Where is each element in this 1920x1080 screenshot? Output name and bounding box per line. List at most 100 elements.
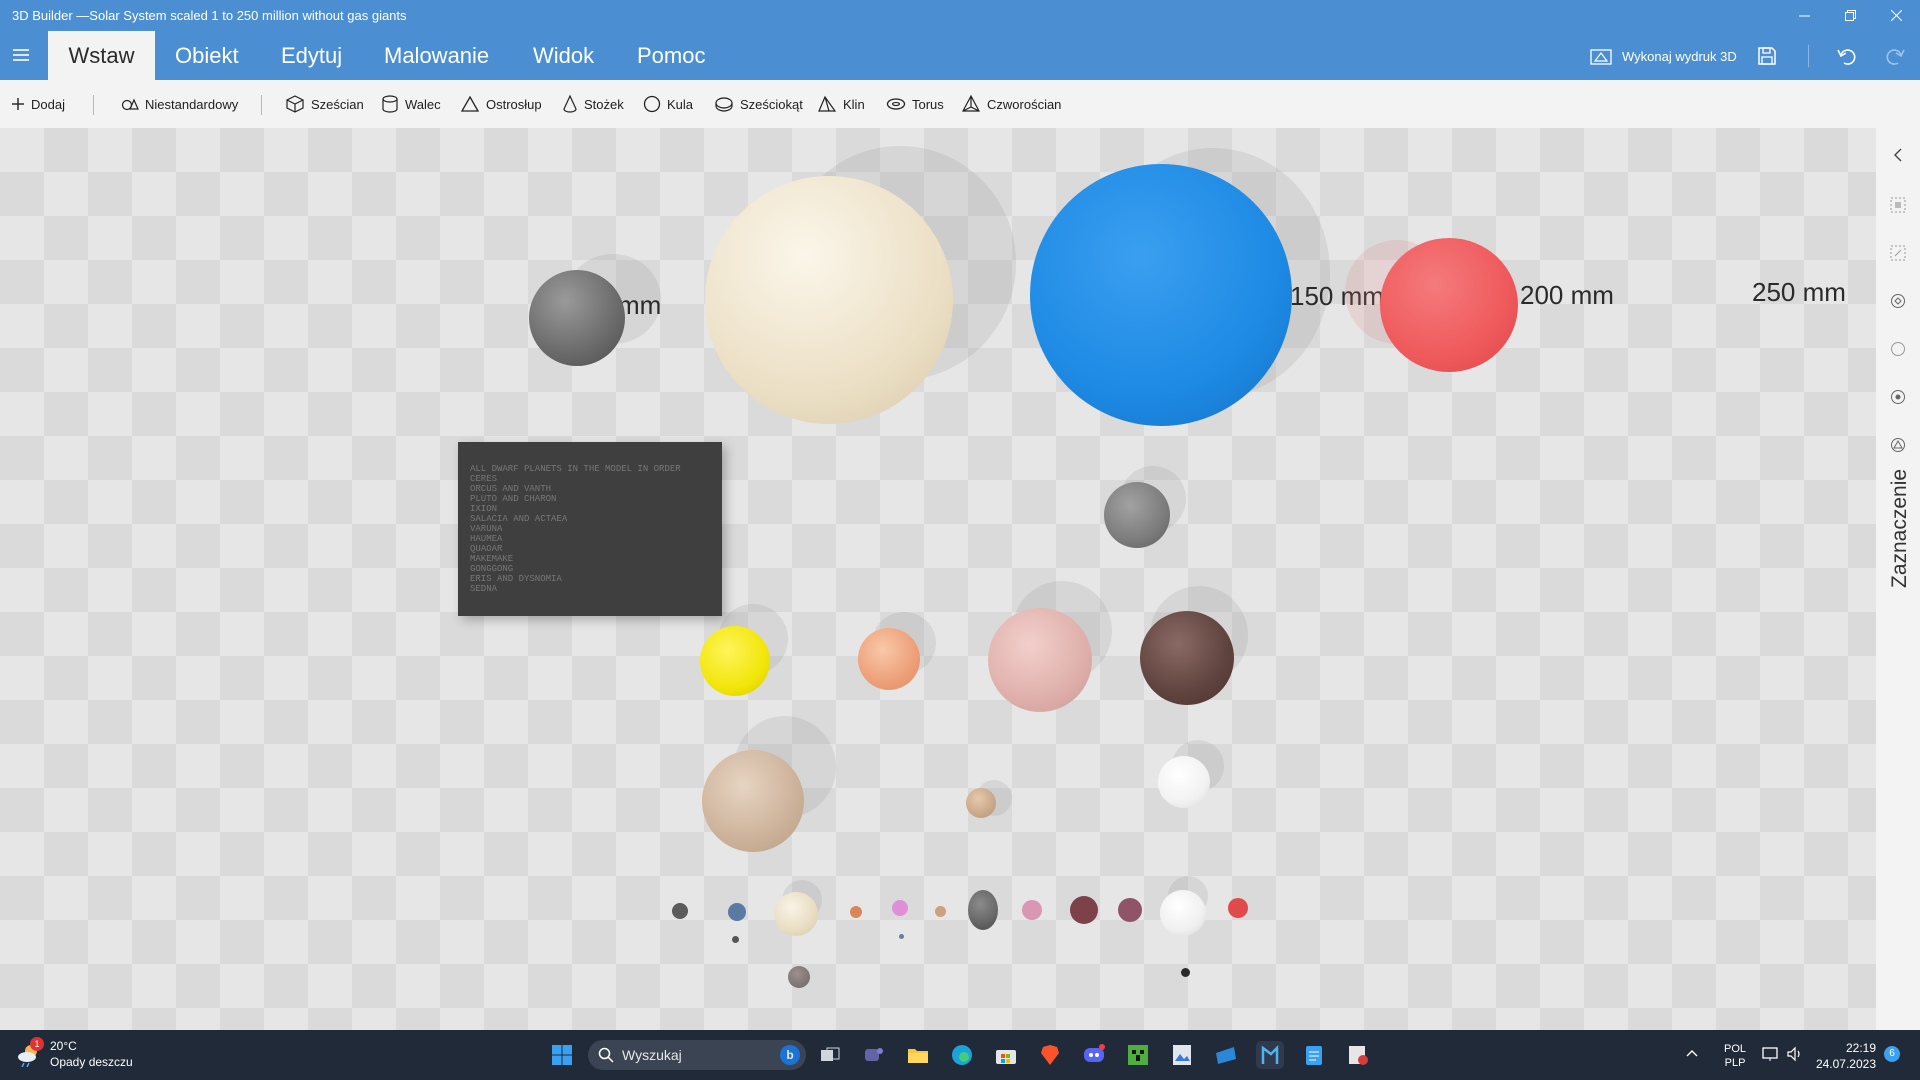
dwarf-planet-sphere[interactable] [774,892,818,936]
sphere-button[interactable]: Kula [643,92,693,116]
3d-builder-taskbar-icon[interactable] [1256,1041,1284,1069]
dwarf-planet-sphere[interactable] [1228,898,1248,918]
tiny-moon-sphere[interactable] [788,966,810,988]
torus-label: Torus [912,96,944,112]
select-objects-icon[interactable] [1887,194,1909,216]
3d-viewport[interactable]: mm 150 mm 200 mm 250 mm ALL DWARF PLANET… [0,128,1876,1030]
pink-moon-sphere[interactable] [988,608,1092,712]
print-3d-button[interactable]: Wykonaj wydruk 3D [1590,45,1737,67]
input-language-indicator[interactable]: POL PLP [1724,1042,1746,1070]
select-mesh-icon[interactable] [1887,386,1909,408]
plaque-line: GONGGONG [470,564,514,574]
microsoft-store-icon[interactable] [992,1041,1020,1069]
cylinder-button[interactable]: Walec [381,92,441,116]
task-view-icon[interactable] [816,1041,844,1069]
plaque-line: MAKEMAKE [470,554,514,564]
custom-label: Niestandardowy [145,96,239,112]
tab-wstaw[interactable]: Wstaw [48,31,155,80]
mars-sphere[interactable] [1380,238,1518,372]
dwarf-planet-sphere[interactable] [1118,898,1142,922]
close-button[interactable] [1873,0,1919,31]
discord-icon[interactable] [1080,1041,1108,1069]
save-icon[interactable] [1754,43,1780,69]
dwarf-planet-sphere[interactable] [935,906,946,917]
select-edges-icon[interactable] [1887,338,1909,360]
plaque-line: HAUMEA [470,534,503,544]
tiny-moon-sphere[interactable] [732,936,739,943]
moon-sphere[interactable] [1104,482,1170,548]
tan-moon-sphere[interactable] [702,750,804,852]
scale-label-200mm: 200 mm [1520,280,1614,310]
dwarf-planet-sphere[interactable] [968,890,998,930]
tab-obiekt[interactable]: Obiekt [157,31,257,80]
custom-button[interactable]: Niestandardowy [121,92,238,116]
cube-button[interactable]: Sześcian [285,92,364,116]
minimize-button[interactable] [1781,0,1827,31]
hamburger-menu-icon[interactable] [11,45,31,65]
dwarf-planet-sphere[interactable] [728,903,746,921]
select-vertices-icon[interactable] [1887,290,1909,312]
snipping-tool-icon[interactable] [1344,1041,1372,1069]
start-button-icon[interactable] [548,1041,576,1069]
white-moon-sphere[interactable] [1158,756,1210,808]
earth-sphere[interactable] [1030,164,1292,426]
show-hidden-icons-chevron-icon[interactable] [1686,1048,1698,1060]
notepad-icon[interactable] [1300,1041,1328,1069]
onedrive-icon[interactable] [1212,1041,1240,1069]
dwarf-planet-sphere[interactable] [1160,890,1206,936]
hexagon-button[interactable]: Sześciokąt [714,92,803,116]
search-icon [598,1047,614,1063]
weather-description: Opady deszczu [50,1055,133,1069]
weather-temperature: 20°C [50,1039,77,1053]
printer-3d-icon [1590,49,1612,65]
minecraft-launcher-icon[interactable] [1124,1041,1152,1069]
undo-icon[interactable] [1834,43,1860,69]
network-icon[interactable] [1762,1046,1780,1065]
brave-browser-icon[interactable] [1036,1041,1064,1069]
collapse-panel-icon[interactable] [1887,144,1909,166]
wedge-button[interactable]: Klin [817,92,865,116]
file-explorer-icon[interactable] [904,1041,932,1069]
pyramid-button[interactable]: Ostrosłup [460,92,542,116]
volume-icon[interactable] [1786,1046,1804,1065]
teams-chat-icon[interactable] [860,1041,888,1069]
notification-count-badge[interactable]: 6 [1884,1046,1900,1062]
weather-widget[interactable]: 1 20°C Opady deszczu [16,1037,133,1070]
brown-moon-sphere[interactable] [1140,611,1234,705]
small-tan-moon-sphere[interactable] [966,788,996,818]
image-viewer-icon[interactable] [1168,1041,1196,1069]
tiny-moon-sphere[interactable] [1181,968,1190,977]
select-triangle-icon[interactable] [1887,434,1909,456]
orange-moon-sphere[interactable] [858,628,920,690]
dwarf-planet-sphere[interactable] [672,903,688,919]
cone-button[interactable]: Stożek [562,92,624,116]
dwarf-planet-sphere[interactable] [892,900,908,916]
edge-browser-icon[interactable] [948,1041,976,1069]
dwarf-planet-sphere[interactable] [1022,900,1042,920]
redo-icon[interactable] [1882,43,1908,69]
mercury-sphere[interactable] [529,270,625,366]
select-faces-icon[interactable] [1887,242,1909,264]
sphere-icon [643,95,661,113]
venus-sphere[interactable] [705,176,953,424]
torus-button[interactable]: Torus [886,92,944,116]
plaque-line: ORCUS AND VANTH [470,484,552,494]
restore-button[interactable] [1827,0,1873,31]
cylinder-label: Walec [405,96,441,112]
system-clock[interactable]: 22:19 24.07.2023 [1812,1040,1876,1072]
dwarf-planet-sphere[interactable] [850,906,862,918]
tab-widok[interactable]: Widok [515,31,612,80]
tetrahedron-button[interactable]: Czworościan [961,92,1061,116]
dwarf-planet-sphere[interactable] [1070,896,1098,924]
tab-edytuj[interactable]: Edytuj [263,31,360,80]
tab-pomoc[interactable]: Pomoc [619,31,723,80]
insert-toolbar: Dodaj Niestandardowy Sześcian Walec Ostr… [0,80,1920,128]
add-button[interactable]: Dodaj [11,92,65,116]
io-sphere[interactable] [700,626,770,696]
tab-malowanie[interactable]: Malowanie [366,31,507,80]
selection-panel-label[interactable]: Zaznaczenie [1888,469,1912,588]
hexagon-label: Sześciokąt [740,96,803,112]
taskbar-search-box[interactable]: Wyszukaj b [588,1040,806,1070]
tiny-moon-sphere[interactable] [899,934,904,939]
info-plaque[interactable]: ALL DWARF PLANETS IN THE MODEL IN ORDER … [458,442,722,616]
